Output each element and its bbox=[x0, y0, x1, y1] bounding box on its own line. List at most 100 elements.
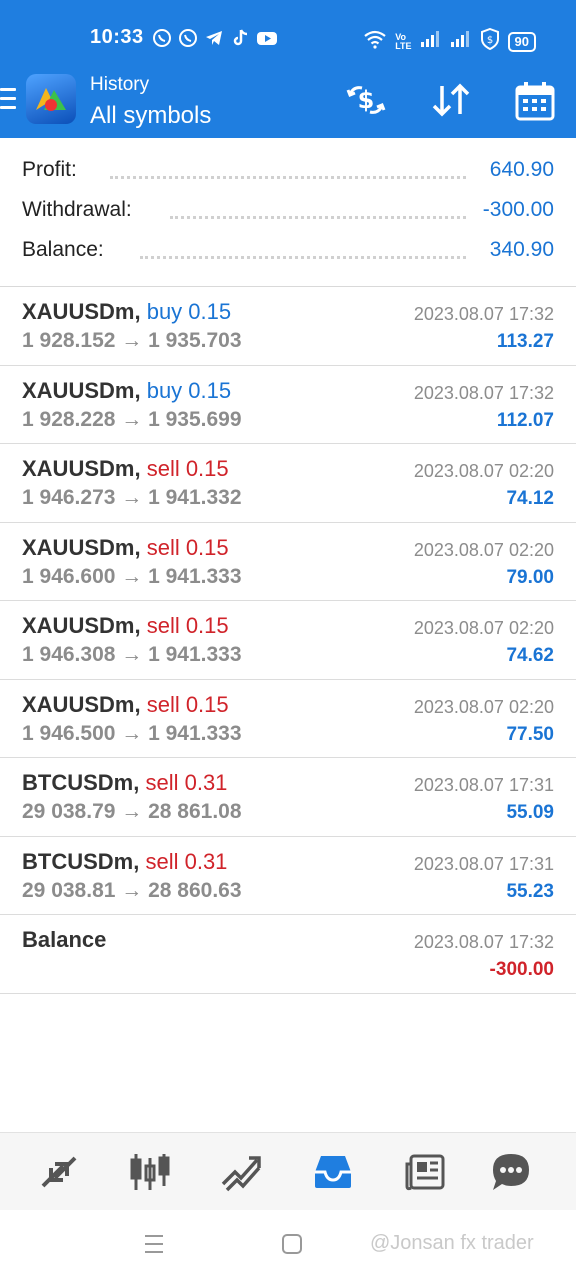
deal-prices: 1 946.500 → 1 941.333 bbox=[22, 721, 242, 745]
deal-symbol: BTCUSDm, bbox=[22, 848, 140, 874]
deal-symbol: BTCUSDm, bbox=[22, 770, 140, 795]
quotes-icon[interactable] bbox=[34, 1147, 84, 1197]
chart-icon[interactable] bbox=[125, 1147, 175, 1197]
deal-symbol-line: XAUUSDm, buy 0.15 bbox=[22, 378, 231, 404]
watermark: @Jonsan fx trader bbox=[370, 1232, 534, 1254]
hamburger-menu-icon[interactable] bbox=[0, 88, 16, 114]
summary-profit-row: Profit: 640.90 bbox=[0, 150, 576, 190]
deal-symbol-line: Balance bbox=[22, 927, 106, 953]
sort-icon[interactable] bbox=[430, 80, 474, 120]
deal-side: sell 0.15 bbox=[146, 691, 229, 717]
home-icon[interactable] bbox=[280, 1232, 310, 1260]
status-app-icons bbox=[152, 28, 277, 48]
status-time: 10:33 bbox=[90, 26, 144, 48]
deal-datetime: 2023.08.07 17:31 bbox=[413, 775, 554, 795]
deal-datetime: 2023.08.07 17:31 bbox=[413, 853, 554, 874]
deal-side: buy 0.15 bbox=[146, 299, 232, 324]
status-right: Vo LTE $ 90 bbox=[363, 27, 536, 55]
deal-prices: 1 946.600 → 1 941.333 bbox=[22, 564, 242, 588]
battery-indicator: 90 bbox=[507, 31, 536, 52]
deal-row[interactable]: XAUUSDm, sell 0.15 1 946.273 → 1 941.332… bbox=[0, 444, 576, 523]
deal-profit: 74.12 bbox=[506, 488, 554, 509]
deal-row[interactable]: BTCUSDm, sell 0.31 29 038.79 → 28 861.08… bbox=[0, 758, 576, 837]
shield-dollar-icon: $ bbox=[480, 27, 500, 55]
summary-label: Profit: bbox=[22, 158, 83, 182]
deal-row[interactable]: BTCUSDm, sell 0.31 29 038.81 → 28 860.63… bbox=[0, 837, 576, 915]
deal-side: sell 0.31 bbox=[145, 848, 228, 874]
deal-datetime: 2023.08.07 17:32 bbox=[413, 932, 554, 952]
deal-symbol: XAUUSDm, bbox=[22, 613, 141, 638]
deal-profit: 79.00 bbox=[506, 566, 554, 588]
wifi-icon bbox=[363, 29, 387, 54]
signal-icon-2 bbox=[450, 30, 472, 53]
deal-profit: 77.50 bbox=[506, 723, 554, 745]
deal-row[interactable]: XAUUSDm, sell 0.15 1 946.600 → 1 941.333… bbox=[0, 523, 576, 601]
deal-datetime: 2023.08.07 02:20 bbox=[413, 539, 554, 560]
messages-icon[interactable] bbox=[486, 1147, 536, 1197]
deal-datetime: 2023.08.07 17:32 bbox=[413, 304, 554, 324]
deal-symbol-line: XAUUSDm, buy 0.15 bbox=[22, 299, 231, 325]
dotted-leader bbox=[110, 176, 466, 179]
status-bar: 10:33 Vo LTE $ 90 bbox=[0, 0, 576, 76]
summary-value: 340.90 bbox=[483, 238, 554, 262]
deal-symbol-line: BTCUSDm, sell 0.31 bbox=[22, 770, 227, 796]
dotted-leader bbox=[140, 256, 466, 259]
whatsapp-icon bbox=[152, 28, 172, 48]
deal-row[interactable]: XAUUSDm, sell 0.15 1 946.500 → 1 941.333… bbox=[0, 680, 576, 758]
history-icon[interactable] bbox=[308, 1147, 358, 1197]
calendar-icon[interactable] bbox=[514, 80, 558, 121]
deal-profit: 113.27 bbox=[496, 331, 554, 352]
deal-side: sell 0.15 bbox=[146, 613, 229, 638]
account-summary: Profit: 640.90 Withdrawal: -300.00 Balan… bbox=[0, 150, 576, 270]
deal-profit: 112.07 bbox=[496, 409, 554, 431]
summary-balance-row: Balance: 340.90 bbox=[0, 230, 576, 270]
volte-icon: Vo LTE bbox=[395, 31, 412, 51]
deal-prices: 1 946.308 → 1 941.333 bbox=[22, 643, 242, 666]
summary-label: Balance: bbox=[22, 238, 110, 262]
summary-value: 640.90 bbox=[483, 158, 554, 182]
deal-symbol-line: XAUUSDm, sell 0.15 bbox=[22, 456, 229, 482]
deal-prices: 29 038.79 → 28 861.08 bbox=[22, 800, 242, 823]
trade-icon[interactable] bbox=[216, 1147, 266, 1197]
deposit-withdraw-icon[interactable]: $ bbox=[344, 80, 388, 120]
deal-profit: 55.09 bbox=[506, 802, 554, 823]
deal-profit: 55.23 bbox=[506, 880, 554, 902]
deal-datetime: 2023.08.07 02:20 bbox=[413, 696, 554, 717]
deal-prices: 1 928.152 → 1 935.703 bbox=[22, 329, 242, 352]
deal-symbol: XAUUSDm, bbox=[22, 456, 141, 481]
deal-symbol-line: BTCUSDm, sell 0.31 bbox=[22, 849, 227, 875]
deal-profit: -300.00 bbox=[489, 959, 554, 980]
svg-text:$: $ bbox=[358, 86, 375, 114]
recent-apps-icon[interactable] bbox=[142, 1232, 172, 1260]
deal-symbol: XAUUSDm, bbox=[22, 534, 141, 560]
news-icon[interactable] bbox=[400, 1147, 450, 1197]
deal-row[interactable]: XAUUSDm, sell 0.15 1 946.308 → 1 941.333… bbox=[0, 601, 576, 680]
header-subtitle: History bbox=[90, 74, 150, 95]
deal-symbol: XAUUSDm, bbox=[22, 377, 141, 403]
deal-datetime: 2023.08.07 17:32 bbox=[413, 382, 554, 403]
header-title[interactable]: All symbols bbox=[90, 102, 211, 130]
deal-datetime: 2023.08.07 02:20 bbox=[413, 618, 554, 638]
deal-symbol-line: XAUUSDm, sell 0.15 bbox=[22, 692, 229, 718]
deals-list: XAUUSDm, buy 0.15 1 928.152 → 1 935.703 … bbox=[0, 287, 576, 994]
deal-side: sell 0.31 bbox=[145, 770, 228, 795]
deal-symbol: XAUUSDm, bbox=[22, 691, 141, 717]
whatsapp-business-icon bbox=[178, 28, 198, 48]
deal-prices: 1 946.273 → 1 941.332 bbox=[22, 486, 242, 509]
deal-row-balance[interactable]: Balance 2023.08.07 17:32 -300.00 bbox=[0, 915, 576, 994]
deal-symbol: Balance bbox=[22, 927, 107, 952]
summary-value: -300.00 bbox=[476, 198, 554, 222]
deal-symbol: XAUUSDm, bbox=[22, 299, 141, 324]
telegram-icon bbox=[204, 28, 224, 48]
deal-symbol-line: XAUUSDm, sell 0.15 bbox=[22, 613, 229, 639]
youtube-icon bbox=[256, 28, 277, 48]
deal-row[interactable]: XAUUSDm, buy 0.15 1 928.228 → 1 935.699 … bbox=[0, 366, 576, 444]
summary-label: Withdrawal: bbox=[22, 198, 138, 222]
top-bar: 10:33 Vo LTE $ 90 History All symbols $ bbox=[0, 0, 576, 138]
dotted-leader bbox=[170, 216, 466, 219]
signal-icon-1 bbox=[420, 30, 442, 53]
deal-prices: 29 038.81 → 28 860.63 bbox=[22, 878, 242, 902]
deal-row[interactable]: XAUUSDm, buy 0.15 1 928.152 → 1 935.703 … bbox=[0, 287, 576, 366]
deal-side: buy 0.15 bbox=[146, 377, 232, 403]
app-bar: History All symbols $ bbox=[0, 72, 576, 138]
